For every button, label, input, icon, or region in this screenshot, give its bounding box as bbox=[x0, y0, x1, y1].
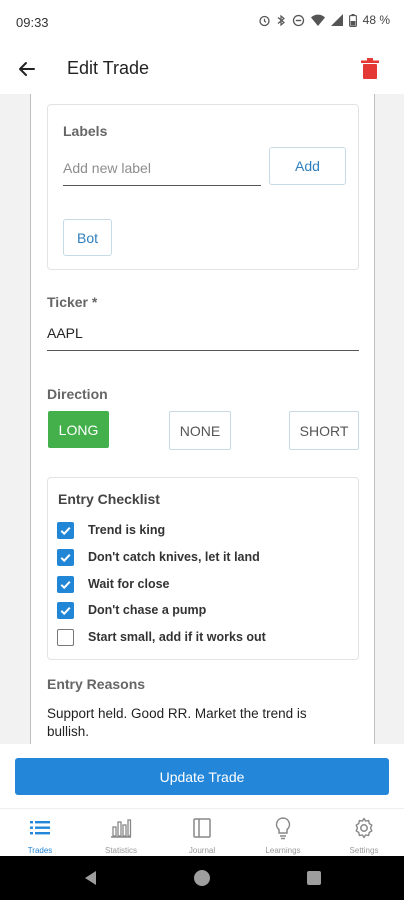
alarm-icon bbox=[258, 15, 270, 26]
trade-form: Labels Add new label Add Bot Ticker * AA… bbox=[30, 94, 375, 744]
nav-item-learnings[interactable]: Learnings bbox=[243, 809, 323, 857]
entry-reasons-label: Entry Reasons bbox=[47, 676, 146, 692]
battery-percent: 48 % bbox=[362, 13, 390, 27]
direction-long-button[interactable]: LONG bbox=[48, 411, 109, 448]
check-icon bbox=[60, 526, 71, 535]
label-input-underline bbox=[63, 185, 261, 186]
nav-item-trades[interactable]: Trades bbox=[0, 809, 80, 857]
checklist-item[interactable]: Wait for close bbox=[57, 574, 170, 594]
content-area[interactable]: Labels Add new label Add Bot Ticker * AA… bbox=[0, 94, 404, 744]
check-icon bbox=[60, 606, 71, 615]
nav-label: Learnings bbox=[265, 846, 301, 855]
bluetooth-icon bbox=[277, 14, 285, 26]
arrow-left-icon bbox=[19, 62, 35, 76]
status-bar: 09:33 48 % bbox=[0, 0, 404, 46]
lightbulb-icon bbox=[275, 817, 291, 840]
gear-icon bbox=[355, 817, 373, 839]
checkbox-unchecked[interactable] bbox=[57, 628, 74, 646]
checkbox-checked[interactable] bbox=[57, 548, 74, 566]
update-trade-button[interactable]: Update Trade bbox=[15, 758, 389, 795]
nav-item-journal[interactable]: Journal bbox=[162, 809, 242, 857]
ticker-value[interactable]: AAPL bbox=[47, 325, 83, 341]
ticker-underline bbox=[47, 350, 359, 351]
nav-label: Journal bbox=[188, 846, 216, 855]
signal-icon bbox=[330, 14, 343, 26]
list-icon bbox=[30, 821, 50, 835]
battery-icon bbox=[348, 13, 357, 27]
check-icon bbox=[60, 580, 71, 589]
checklist-item[interactable]: Don't catch knives, let it land bbox=[57, 547, 260, 567]
checklist-item-label: Trend is king bbox=[88, 523, 166, 537]
bottom-nav: Trades Statistics Journal Learnings Sett… bbox=[0, 808, 404, 857]
bar-chart-icon bbox=[111, 819, 132, 838]
ticker-label: Ticker * bbox=[47, 294, 98, 310]
nav-item-statistics[interactable]: Statistics bbox=[81, 809, 161, 857]
checkbox-checked[interactable] bbox=[57, 521, 74, 539]
system-nav-bar bbox=[0, 856, 404, 900]
system-home-icon[interactable] bbox=[193, 869, 211, 887]
direction-label: Direction bbox=[47, 386, 108, 402]
label-chip-bot[interactable]: Bot bbox=[63, 219, 112, 256]
check-icon bbox=[60, 553, 71, 562]
checklist-item-label: Start small, add if it works out bbox=[88, 630, 266, 644]
add-label-button[interactable]: Add bbox=[269, 147, 346, 185]
checklist-item-label: Don't catch knives, let it land bbox=[88, 550, 260, 564]
checkbox-checked[interactable] bbox=[57, 575, 74, 593]
labels-title: Labels bbox=[63, 123, 108, 139]
nav-item-settings[interactable]: Settings bbox=[324, 809, 404, 857]
nav-label: Statistics bbox=[104, 846, 137, 855]
checklist-item-label: Wait for close bbox=[88, 577, 170, 591]
trash-icon bbox=[361, 58, 379, 79]
nav-label: Trades bbox=[27, 846, 53, 855]
checklist-item-label: Don't chase a pump bbox=[88, 603, 207, 617]
app-bar: Edit Trade bbox=[0, 46, 404, 94]
direction-short-button[interactable]: SHORT bbox=[289, 411, 359, 450]
system-back-icon[interactable] bbox=[82, 869, 100, 887]
checklist-item[interactable]: Don't chase a pump bbox=[57, 600, 206, 620]
label-input-placeholder[interactable]: Add new label bbox=[63, 160, 151, 176]
dnd-icon bbox=[292, 14, 304, 26]
journal-icon bbox=[193, 818, 211, 838]
checklist-item[interactable]: Trend is king bbox=[57, 520, 165, 540]
delete-button[interactable] bbox=[360, 57, 380, 81]
page-title: Edit Trade bbox=[67, 58, 150, 78]
status-icons: 48 % bbox=[258, 13, 390, 27]
entry-reasons-field[interactable]: Support held. Good RR. Market the trend … bbox=[47, 705, 352, 741]
entry-checklist-card: Entry Checklist Trend is king Don't catc… bbox=[47, 477, 359, 660]
labels-card: Labels Add new label Add Bot bbox=[47, 104, 359, 270]
system-recents-icon[interactable] bbox=[306, 869, 322, 887]
checkbox-checked[interactable] bbox=[57, 601, 74, 619]
checklist-item[interactable]: Start small, add if it works out bbox=[57, 627, 266, 647]
status-time: 09:33 bbox=[16, 15, 49, 30]
nav-label: Settings bbox=[349, 846, 379, 855]
direction-none-button[interactable]: NONE bbox=[169, 411, 231, 450]
wifi-icon bbox=[310, 14, 325, 26]
back-button[interactable] bbox=[12, 54, 42, 84]
checklist-title: Entry Checklist bbox=[58, 491, 160, 507]
